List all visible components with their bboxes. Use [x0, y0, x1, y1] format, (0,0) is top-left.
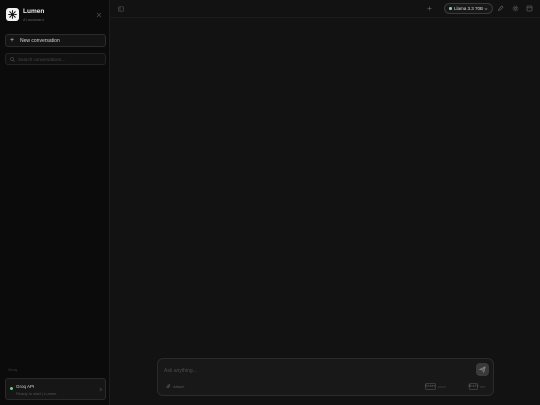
message-composer: Attach Enter send Shift line [157, 358, 494, 396]
panel-icon[interactable] [526, 5, 533, 12]
model-status-icon [449, 7, 452, 10]
brand: Lumen AI assistant [6, 8, 106, 26]
edit-icon[interactable] [497, 5, 504, 12]
paperclip-icon [166, 384, 171, 389]
app-subtitle: AI assistant [23, 17, 44, 22]
chevron-right-icon [99, 387, 103, 392]
new-chat-icon[interactable] [426, 5, 433, 12]
new-conversation-label: New conversation [20, 37, 60, 44]
new-conversation-button[interactable]: + New conversation [5, 34, 106, 47]
message-input[interactable] [164, 368, 464, 378]
collapse-sidebar-icon[interactable] [96, 12, 102, 18]
top-bar: Llama 3.3 70B [110, 0, 540, 18]
search-box [5, 53, 106, 65]
settings-icon[interactable] [512, 5, 519, 12]
app-name: Lumen [23, 8, 45, 15]
send-button[interactable] [476, 363, 489, 376]
enter-hint-label: send [438, 385, 446, 389]
attach-label: Attach [173, 384, 185, 389]
chevron-down-icon [484, 8, 488, 11]
search-icon [10, 56, 15, 62]
search-input[interactable] [18, 56, 103, 62]
api-status-card[interactable]: Groq API Ready to start | Lumen [5, 378, 106, 400]
chat-area [110, 18, 540, 405]
sidebar: Lumen AI assistant + New conversation Gr… [0, 0, 110, 405]
status-subtitle: Ready to start | Lumen [16, 391, 57, 396]
provider-label: Groq [8, 367, 17, 372]
status-online-icon [10, 387, 13, 390]
enter-key-hint: Enter [425, 383, 436, 390]
model-label: Llama 3.3 70B [454, 6, 484, 11]
menu-icon[interactable] [118, 6, 124, 12]
shift-key-hint: Shift [468, 383, 479, 390]
newline-hint-label: line [480, 385, 486, 389]
plus-icon: + [10, 36, 15, 44]
attach-button[interactable]: Attach [166, 384, 184, 389]
send-icon [479, 366, 486, 373]
model-selector[interactable]: Llama 3.3 70B [444, 3, 493, 14]
lumen-logo-icon [6, 8, 19, 21]
status-title: Groq API [16, 384, 35, 389]
